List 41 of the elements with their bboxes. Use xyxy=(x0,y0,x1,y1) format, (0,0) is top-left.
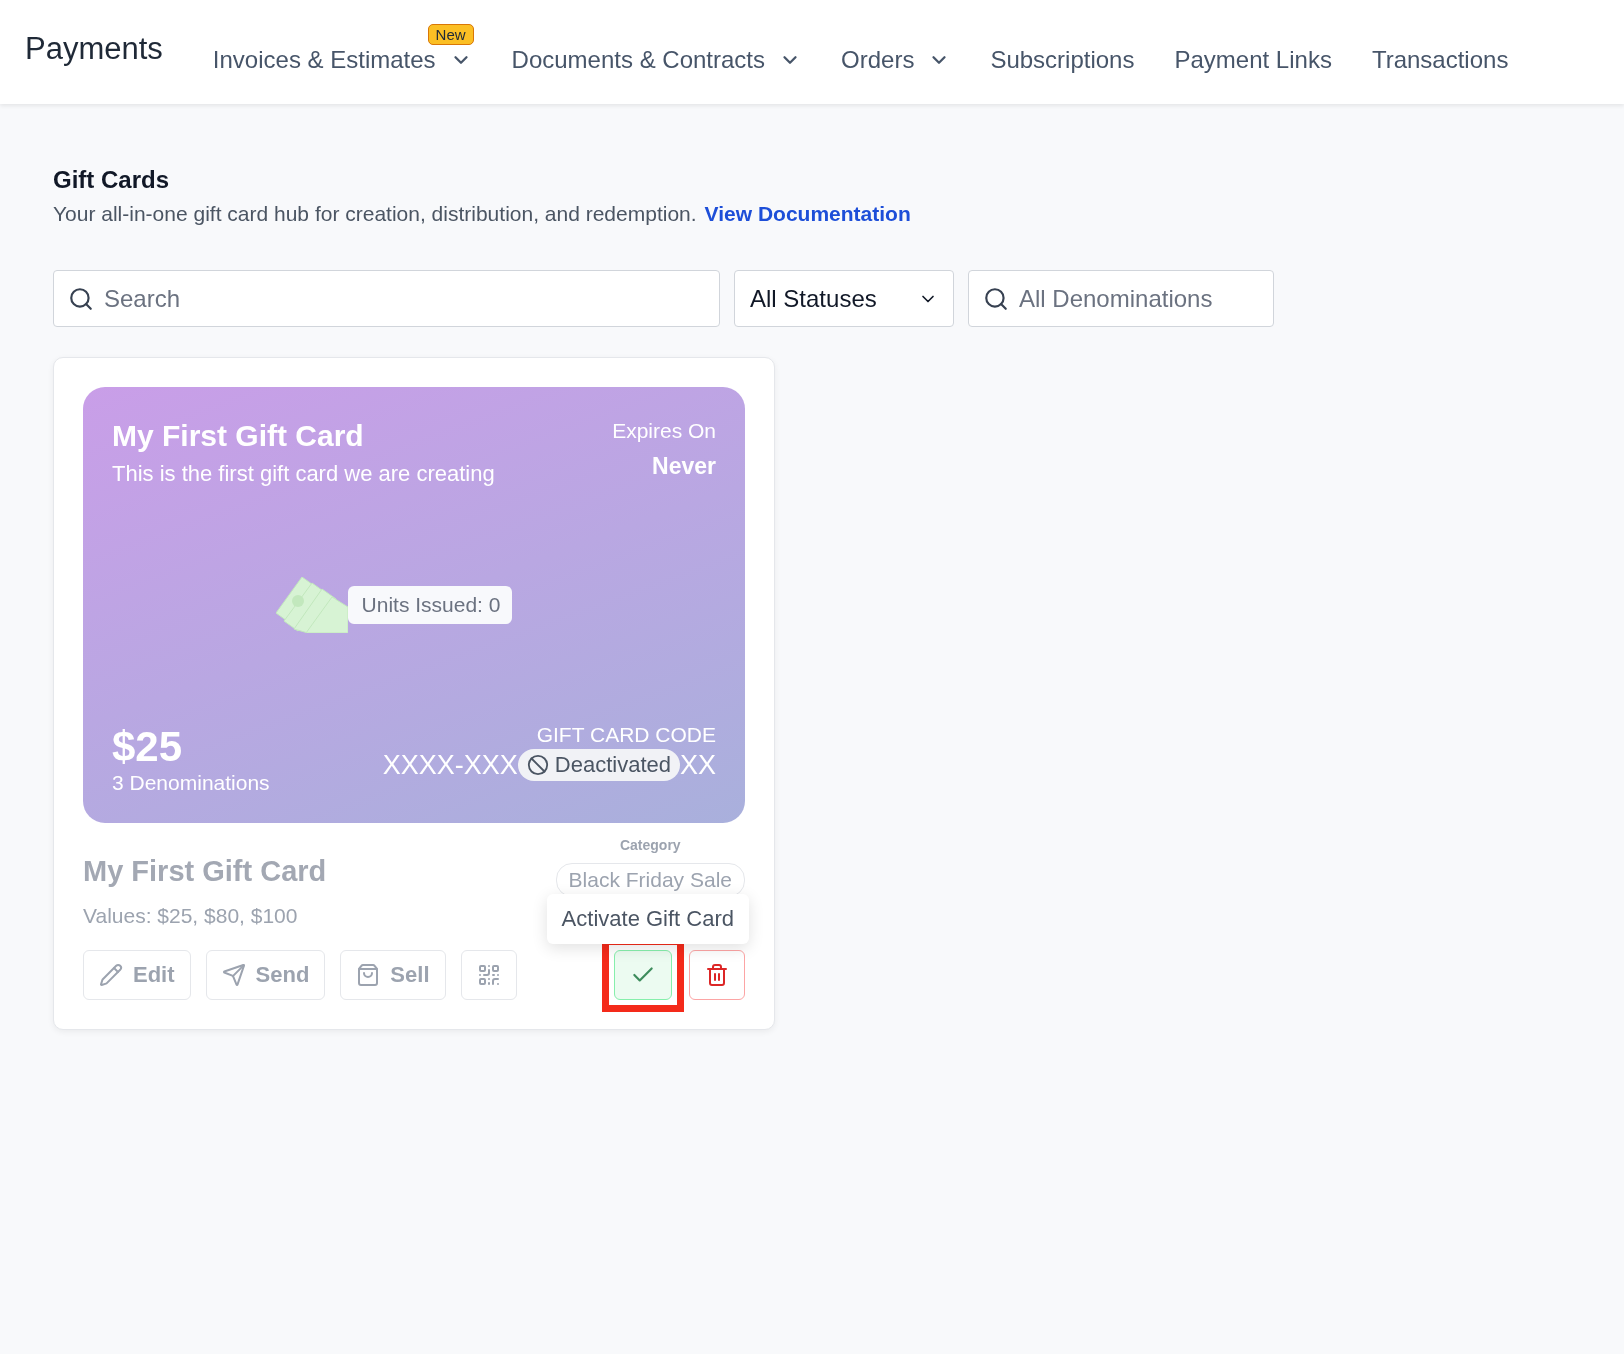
page-title: Gift Cards xyxy=(53,166,170,194)
card-name: My First Gift Card xyxy=(112,419,364,453)
qr-code-icon xyxy=(476,963,501,987)
bag-icon xyxy=(356,963,381,987)
gift-card-title: My First Gift Card xyxy=(83,855,327,888)
nav-tab[interactable]: Invoices & Estimates xyxy=(212,46,472,74)
nav-tab[interactable]: Orders xyxy=(841,46,951,74)
card-description: This is the first gift card we are creating xyxy=(112,461,495,487)
gift-card-values: Values: $25, $80, $100 xyxy=(83,904,299,928)
status-select[interactable]: All Statuses xyxy=(734,270,954,327)
delete-button[interactable] xyxy=(689,950,745,1000)
nav-tab[interactable]: Documents & Contracts xyxy=(511,46,802,74)
qr-button[interactable] xyxy=(460,950,517,1000)
new-badge: New xyxy=(427,24,474,45)
expires-value: Never xyxy=(652,453,716,480)
nav-tab[interactable]: Payment Links xyxy=(1174,46,1332,74)
status-badge: Deactivated xyxy=(517,749,680,781)
card-amount: $25 xyxy=(112,723,183,771)
activate-button[interactable] xyxy=(614,950,672,1000)
category-label: Category xyxy=(619,837,681,853)
code-label: GIFT CARD CODE xyxy=(536,723,716,747)
app-title: Payments xyxy=(25,31,163,67)
gift-code: XX xyxy=(679,749,716,781)
ban-icon xyxy=(526,754,549,776)
denomination-count: 3 Denominations xyxy=(112,771,270,795)
page-description: Your all-in-one gift card hub for creation, distribution, and redemption. View Documentation xyxy=(53,202,912,226)
search-field[interactable]: Search xyxy=(53,270,720,327)
send-icon xyxy=(221,963,246,987)
gift-code: XXXX-XXX xyxy=(382,749,518,781)
denomination-field[interactable]: All Denominations xyxy=(968,270,1274,327)
trash-icon xyxy=(705,962,729,988)
documentation-link[interactable]: View Documentation xyxy=(704,202,911,225)
search-icon xyxy=(68,286,94,312)
units-issued: Units Issued: 0 xyxy=(347,586,513,624)
money-icon xyxy=(275,577,348,633)
tooltip: Activate Gift Card xyxy=(546,894,749,944)
nav-tab[interactable]: Subscriptions xyxy=(990,46,1135,74)
expires-label: Expires On xyxy=(612,419,716,443)
pencil-icon xyxy=(99,963,123,987)
nav-tab[interactable]: Transactions xyxy=(1371,46,1509,74)
search-icon xyxy=(983,286,1009,312)
